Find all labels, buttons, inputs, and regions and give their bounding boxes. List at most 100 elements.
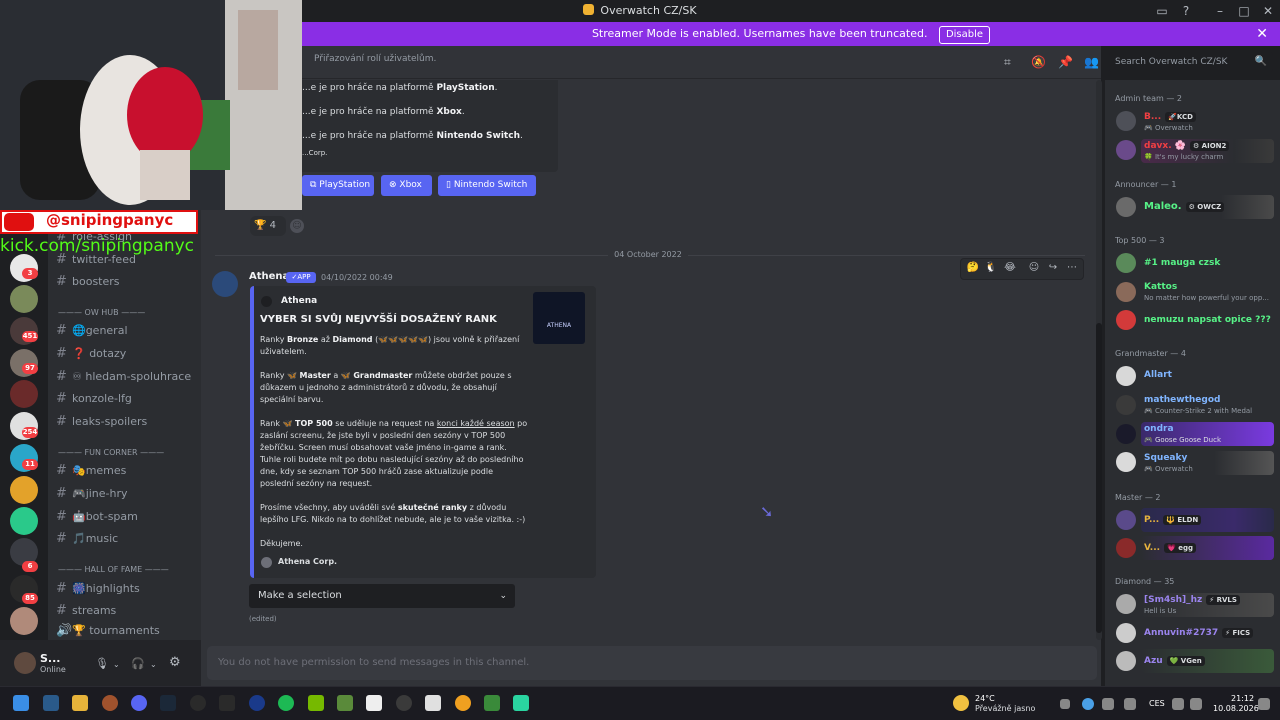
spotify-icon[interactable]	[278, 695, 294, 711]
chevron-down-icon[interactable]: ⌄	[150, 660, 157, 669]
member-name[interactable]: ondra	[1144, 424, 1174, 434]
member-name[interactable]: Kattos	[1144, 282, 1177, 292]
minecraft-icon[interactable]	[484, 695, 500, 711]
app-icon[interactable]	[102, 695, 118, 711]
weather-icon[interactable]	[953, 695, 969, 711]
member-name[interactable]: Squeaky	[1144, 453, 1187, 463]
avatar[interactable]	[1116, 651, 1136, 671]
message-input[interactable]: You do not have permission to send messa…	[207, 646, 1097, 680]
volume-icon[interactable]	[1190, 698, 1202, 710]
clock-time[interactable]: 21:12	[1231, 694, 1254, 703]
xbox-role-button[interactable]: ⊗ Xbox	[381, 175, 432, 196]
avatar[interactable]	[1116, 140, 1136, 160]
search-input[interactable]: Search Overwatch CZ/SK 🔍	[1109, 52, 1273, 72]
network-icon[interactable]	[1172, 698, 1184, 710]
widgets-icon[interactable]	[43, 695, 59, 711]
notifications-icon[interactable]	[1258, 698, 1270, 710]
channel-category[interactable]: ——— HALL OF FAME ———	[58, 562, 203, 578]
channel-item[interactable]: # ❓ dotazy	[56, 343, 196, 365]
maximize-icon[interactable]: □	[1236, 3, 1252, 19]
avatar[interactable]	[1116, 623, 1136, 643]
member-name[interactable]: davx. 🌸 ⚙ AION2	[1144, 141, 1230, 151]
help-icon[interactable]: ?	[1178, 3, 1194, 19]
member-name[interactable]: Azu 💚 VGen	[1144, 656, 1205, 666]
nintendo-switch-role-button[interactable]: ▯ Nintendo Switch	[438, 175, 536, 196]
app-icon[interactable]	[190, 695, 206, 711]
threads-icon[interactable]: ⌗	[1004, 55, 1011, 70]
avatar[interactable]	[1116, 510, 1136, 530]
channel-item[interactable]: # 🤖bot-spam	[56, 506, 196, 528]
reaction-button[interactable]: 🏆 4	[250, 216, 286, 236]
chevron-down-icon[interactable]: ⌄	[113, 660, 120, 669]
steam-icon[interactable]	[160, 695, 176, 711]
file-explorer-icon[interactable]	[72, 695, 88, 711]
avatar[interactable]	[1116, 538, 1136, 558]
channel-item[interactable]: # 🎮jine-hry	[56, 483, 196, 505]
clock-date[interactable]: 10.08.2026	[1213, 704, 1259, 713]
avatar[interactable]	[1116, 197, 1136, 217]
add-reaction-icon[interactable]: ☺	[1027, 261, 1041, 275]
channel-item[interactable]: # streams	[56, 600, 196, 622]
scrollbar-thumb[interactable]	[1096, 323, 1102, 633]
ea-icon[interactable]	[249, 695, 265, 711]
server-icon[interactable]	[10, 285, 38, 313]
member-name[interactable]: nemuzu napsat opice ???	[1144, 315, 1271, 325]
more-options-icon[interactable]: ⋯	[1065, 261, 1079, 275]
microphone-tray-icon[interactable]	[1102, 698, 1114, 710]
channel-item[interactable]: # 🌐general	[56, 320, 196, 342]
app-icon[interactable]	[513, 695, 529, 711]
minimize-icon[interactable]: –	[1212, 3, 1228, 19]
app-icon[interactable]	[366, 695, 382, 711]
member-list-icon[interactable]: 👥	[1084, 55, 1099, 69]
app-icon[interactable]	[337, 695, 353, 711]
avatar[interactable]	[1116, 253, 1136, 273]
tray-icon[interactable]	[1124, 698, 1136, 710]
language-indicator[interactable]: CES	[1149, 699, 1165, 708]
close-icon[interactable]: ✕	[1256, 22, 1268, 46]
channel-item[interactable]: # boosters	[56, 271, 196, 293]
avatar[interactable]	[1116, 395, 1136, 415]
season-link[interactable]: konci každé season	[437, 419, 515, 428]
avatar[interactable]	[1116, 282, 1136, 302]
member-name[interactable]: Maleo. ⚙ OWCZ	[1144, 201, 1225, 212]
avatar[interactable]	[1116, 424, 1136, 444]
avatar[interactable]	[1116, 366, 1136, 386]
tray-chevron-icon[interactable]	[1060, 699, 1070, 709]
channel-item[interactable]: # konzole-lfg	[56, 388, 196, 410]
member-name[interactable]: P... 🔱 ELDN	[1144, 515, 1202, 525]
member-name[interactable]: Allart	[1144, 370, 1172, 380]
server-icon[interactable]	[10, 380, 38, 408]
app-icon[interactable]	[455, 695, 471, 711]
member-name[interactable]: B... 🚀KCD	[1144, 112, 1196, 122]
epic-games-icon[interactable]	[219, 695, 235, 711]
avatar[interactable]	[1116, 452, 1136, 472]
emoji-reaction-icon[interactable]: 🐧	[984, 261, 998, 275]
channel-category[interactable]: ——— OW HUB ———	[58, 305, 203, 321]
emoji-reaction-icon[interactable]: 😂	[1003, 261, 1017, 275]
notification-bell-icon[interactable]: 🔕	[1031, 55, 1046, 69]
avatar[interactable]	[1116, 594, 1136, 614]
playstation-role-button[interactable]: ⧉ PlayStation	[302, 175, 374, 196]
channel-item[interactable]: # 🎆highlights	[56, 578, 196, 600]
message-author[interactable]: Athena	[249, 271, 289, 282]
inbox-icon[interactable]: ▭	[1154, 3, 1170, 19]
member-name[interactable]: mathewthegod	[1144, 395, 1220, 405]
member-name[interactable]: #1 mauga czsk	[1144, 258, 1220, 268]
member-name[interactable]: V... 💗 egg	[1144, 543, 1196, 553]
channel-item[interactable]: # 🎭memes	[56, 460, 196, 482]
server-icon[interactable]	[10, 476, 38, 504]
forward-icon[interactable]: ↪	[1046, 261, 1060, 275]
pin-icon[interactable]: 📌	[1058, 55, 1073, 69]
headphones-icon[interactable]: 🎧	[131, 657, 145, 670]
channel-item[interactable]: # ♾ hledam-spoluhrace	[56, 366, 196, 388]
disable-streamer-mode-button[interactable]: Disable	[938, 26, 991, 44]
microphone-icon[interactable]: 🎙	[95, 657, 109, 670]
windows-start-icon[interactable]	[13, 695, 29, 711]
channel-category[interactable]: ——— FUN CORNER ———	[58, 445, 203, 461]
avatar[interactable]	[1116, 111, 1136, 131]
gear-icon[interactable]: ⚙	[169, 655, 181, 670]
channel-item[interactable]: 🔊🏆 tournaments	[56, 623, 196, 639]
app-icon[interactable]	[425, 695, 441, 711]
emoji-reaction-icon[interactable]: 🤔	[966, 261, 980, 275]
channel-item[interactable]: # 🎵music	[56, 528, 196, 550]
